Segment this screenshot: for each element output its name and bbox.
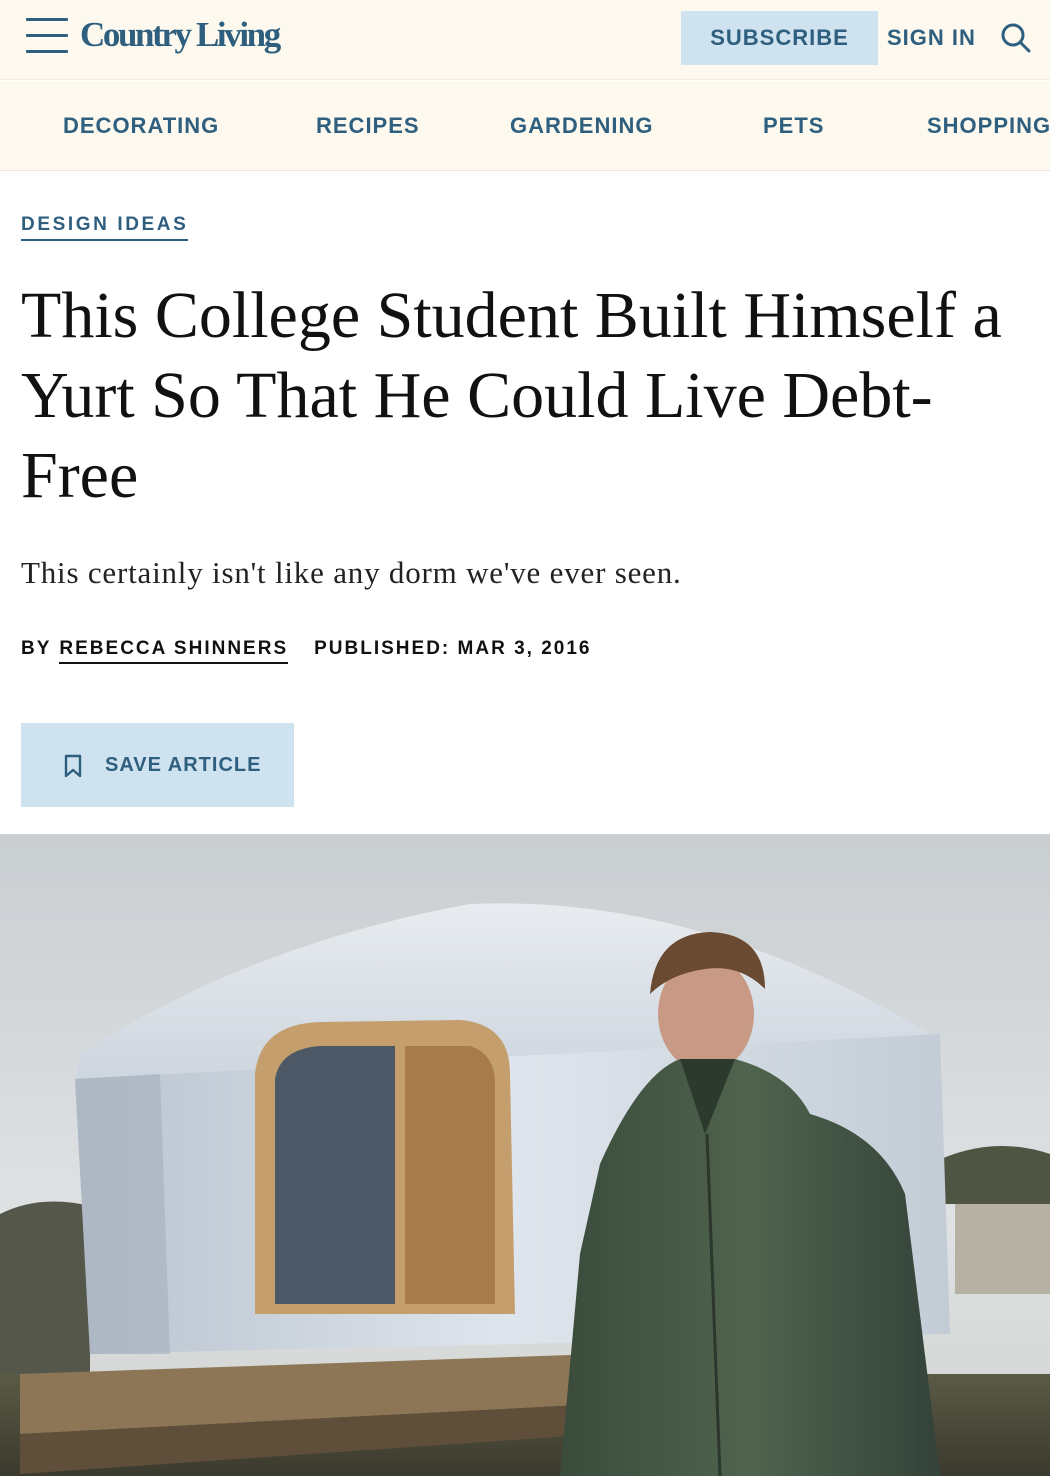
bookmark-icon (63, 754, 83, 778)
section-kicker-link[interactable]: DESIGN IDEAS (21, 214, 189, 241)
main-nav: DECORATING RECIPES GARDENING PETS SHOPPI… (0, 81, 1050, 171)
top-bar: Country Living SUBSCRIBE SIGN IN (0, 0, 1050, 80)
publish-date: PUBLISHED: MAR 3, 2016 (314, 638, 592, 659)
subscribe-button[interactable]: SUBSCRIBE (681, 11, 878, 65)
article-title: This College Student Built Himself a Yur… (21, 279, 1002, 512)
site-logo[interactable]: Country Living (80, 12, 281, 58)
sign-in-link[interactable]: SIGN IN (887, 11, 976, 65)
hamburger-menu-icon[interactable] (24, 14, 70, 58)
nav-item-pets[interactable]: PETS (763, 81, 824, 170)
byline: BY REBECCA SHINNERS PUBLISHED: MAR 3, 2016 (21, 638, 591, 668)
save-article-button[interactable]: SAVE ARTICLE (21, 723, 294, 807)
search-icon[interactable] (998, 20, 1034, 56)
nav-item-shopping[interactable]: SHOPPING (927, 81, 1050, 170)
byline-prefix: BY (21, 638, 52, 659)
article-dek: This certainly isn't like any dorm we've… (21, 555, 682, 590)
nav-item-gardening[interactable]: GARDENING (510, 81, 653, 170)
nav-item-recipes[interactable]: RECIPES (316, 81, 420, 170)
nav-item-decorating[interactable]: DECORATING (63, 81, 219, 170)
author-link[interactable]: REBECCA SHINNERS (59, 638, 289, 664)
save-article-label: SAVE ARTICLE (105, 754, 262, 776)
hero-image (0, 834, 1050, 1476)
